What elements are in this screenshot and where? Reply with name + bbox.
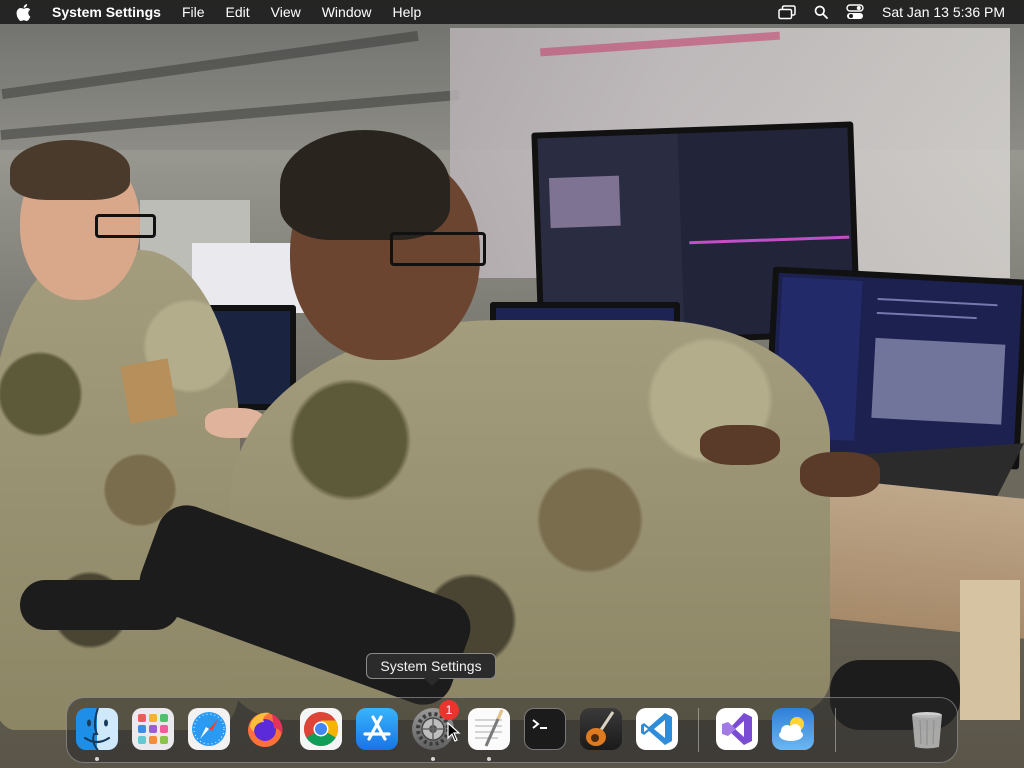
- wallpaper-person-left: [0, 250, 240, 730]
- wallpaper-person-center-hair: [280, 130, 450, 240]
- app-store-icon: [356, 708, 398, 750]
- menu-bar-clock[interactable]: Sat Jan 13 5:36 PM: [882, 4, 1005, 20]
- dock-item-textedit[interactable]: [466, 706, 512, 752]
- dock-item-garageband[interactable]: [578, 706, 624, 752]
- menu-bar-status-area: Sat Jan 13 5:36 PM: [760, 4, 1005, 20]
- dock-item-finder[interactable]: [74, 706, 120, 752]
- control-center-icon[interactable]: [846, 4, 864, 20]
- finder-icon: [76, 708, 118, 750]
- dock-divider: [698, 708, 699, 752]
- menu-view[interactable]: View: [271, 4, 301, 20]
- launchpad-icon: [132, 708, 174, 750]
- running-indicator: [431, 757, 435, 761]
- menu-window[interactable]: Window: [322, 4, 372, 20]
- guitar-icon: [580, 708, 622, 750]
- running-indicator: [95, 757, 99, 761]
- apple-menu-icon[interactable]: [16, 3, 36, 21]
- chrome-icon: [300, 708, 342, 750]
- menu-bar: System Settings File Edit View Window He…: [0, 0, 1024, 24]
- trash-icon: [906, 708, 948, 750]
- dock-item-vscode[interactable]: [634, 706, 680, 752]
- dock-item-launchpad[interactable]: [130, 706, 176, 752]
- dock-tooltip-arrow: [424, 678, 440, 686]
- dock: 1: [66, 697, 958, 763]
- wallpaper-flag-patch: [120, 358, 178, 424]
- textedit-icon: [468, 708, 510, 750]
- dock-item-weather[interactable]: [770, 706, 816, 752]
- dock-item-app-store[interactable]: [354, 706, 400, 752]
- wallpaper-chair: [20, 580, 180, 630]
- dock-divider: [835, 708, 836, 752]
- terminal-icon: [524, 708, 566, 750]
- weather-icon: [772, 708, 814, 750]
- safari-icon: [188, 708, 230, 750]
- menu-app-name[interactable]: System Settings: [52, 4, 161, 20]
- dock-item-firefox[interactable]: [242, 706, 288, 752]
- menu-file[interactable]: File: [182, 4, 205, 20]
- wallpaper-hand: [700, 425, 780, 465]
- visual-studio-icon: [716, 708, 758, 750]
- dock-item-trash[interactable]: [904, 706, 950, 752]
- dock-item-safari[interactable]: [186, 706, 232, 752]
- dock-item-chrome[interactable]: [298, 706, 344, 752]
- dock-item-visual-studio[interactable]: [714, 706, 760, 752]
- menu-edit[interactable]: Edit: [226, 4, 250, 20]
- dock-tooltip: System Settings: [366, 653, 496, 679]
- screen-mirroring-icon[interactable]: [778, 4, 796, 20]
- vscode-icon: [636, 708, 678, 750]
- wallpaper-person-left-hair: [10, 140, 130, 200]
- mouse-pointer-icon: [447, 721, 461, 747]
- notification-badge: 1: [439, 700, 459, 720]
- running-indicator: [487, 757, 491, 761]
- wallpaper-desk-leg: [960, 580, 1020, 720]
- wallpaper-glasses: [390, 232, 486, 266]
- menu-help[interactable]: Help: [393, 4, 422, 20]
- desktop-wallpaper: [0, 0, 1024, 768]
- spotlight-search-icon[interactable]: [814, 5, 828, 19]
- wallpaper-hand: [800, 452, 880, 497]
- dock-item-terminal[interactable]: [522, 706, 568, 752]
- firefox-icon: [244, 708, 286, 750]
- wallpaper-glasses: [95, 214, 156, 238]
